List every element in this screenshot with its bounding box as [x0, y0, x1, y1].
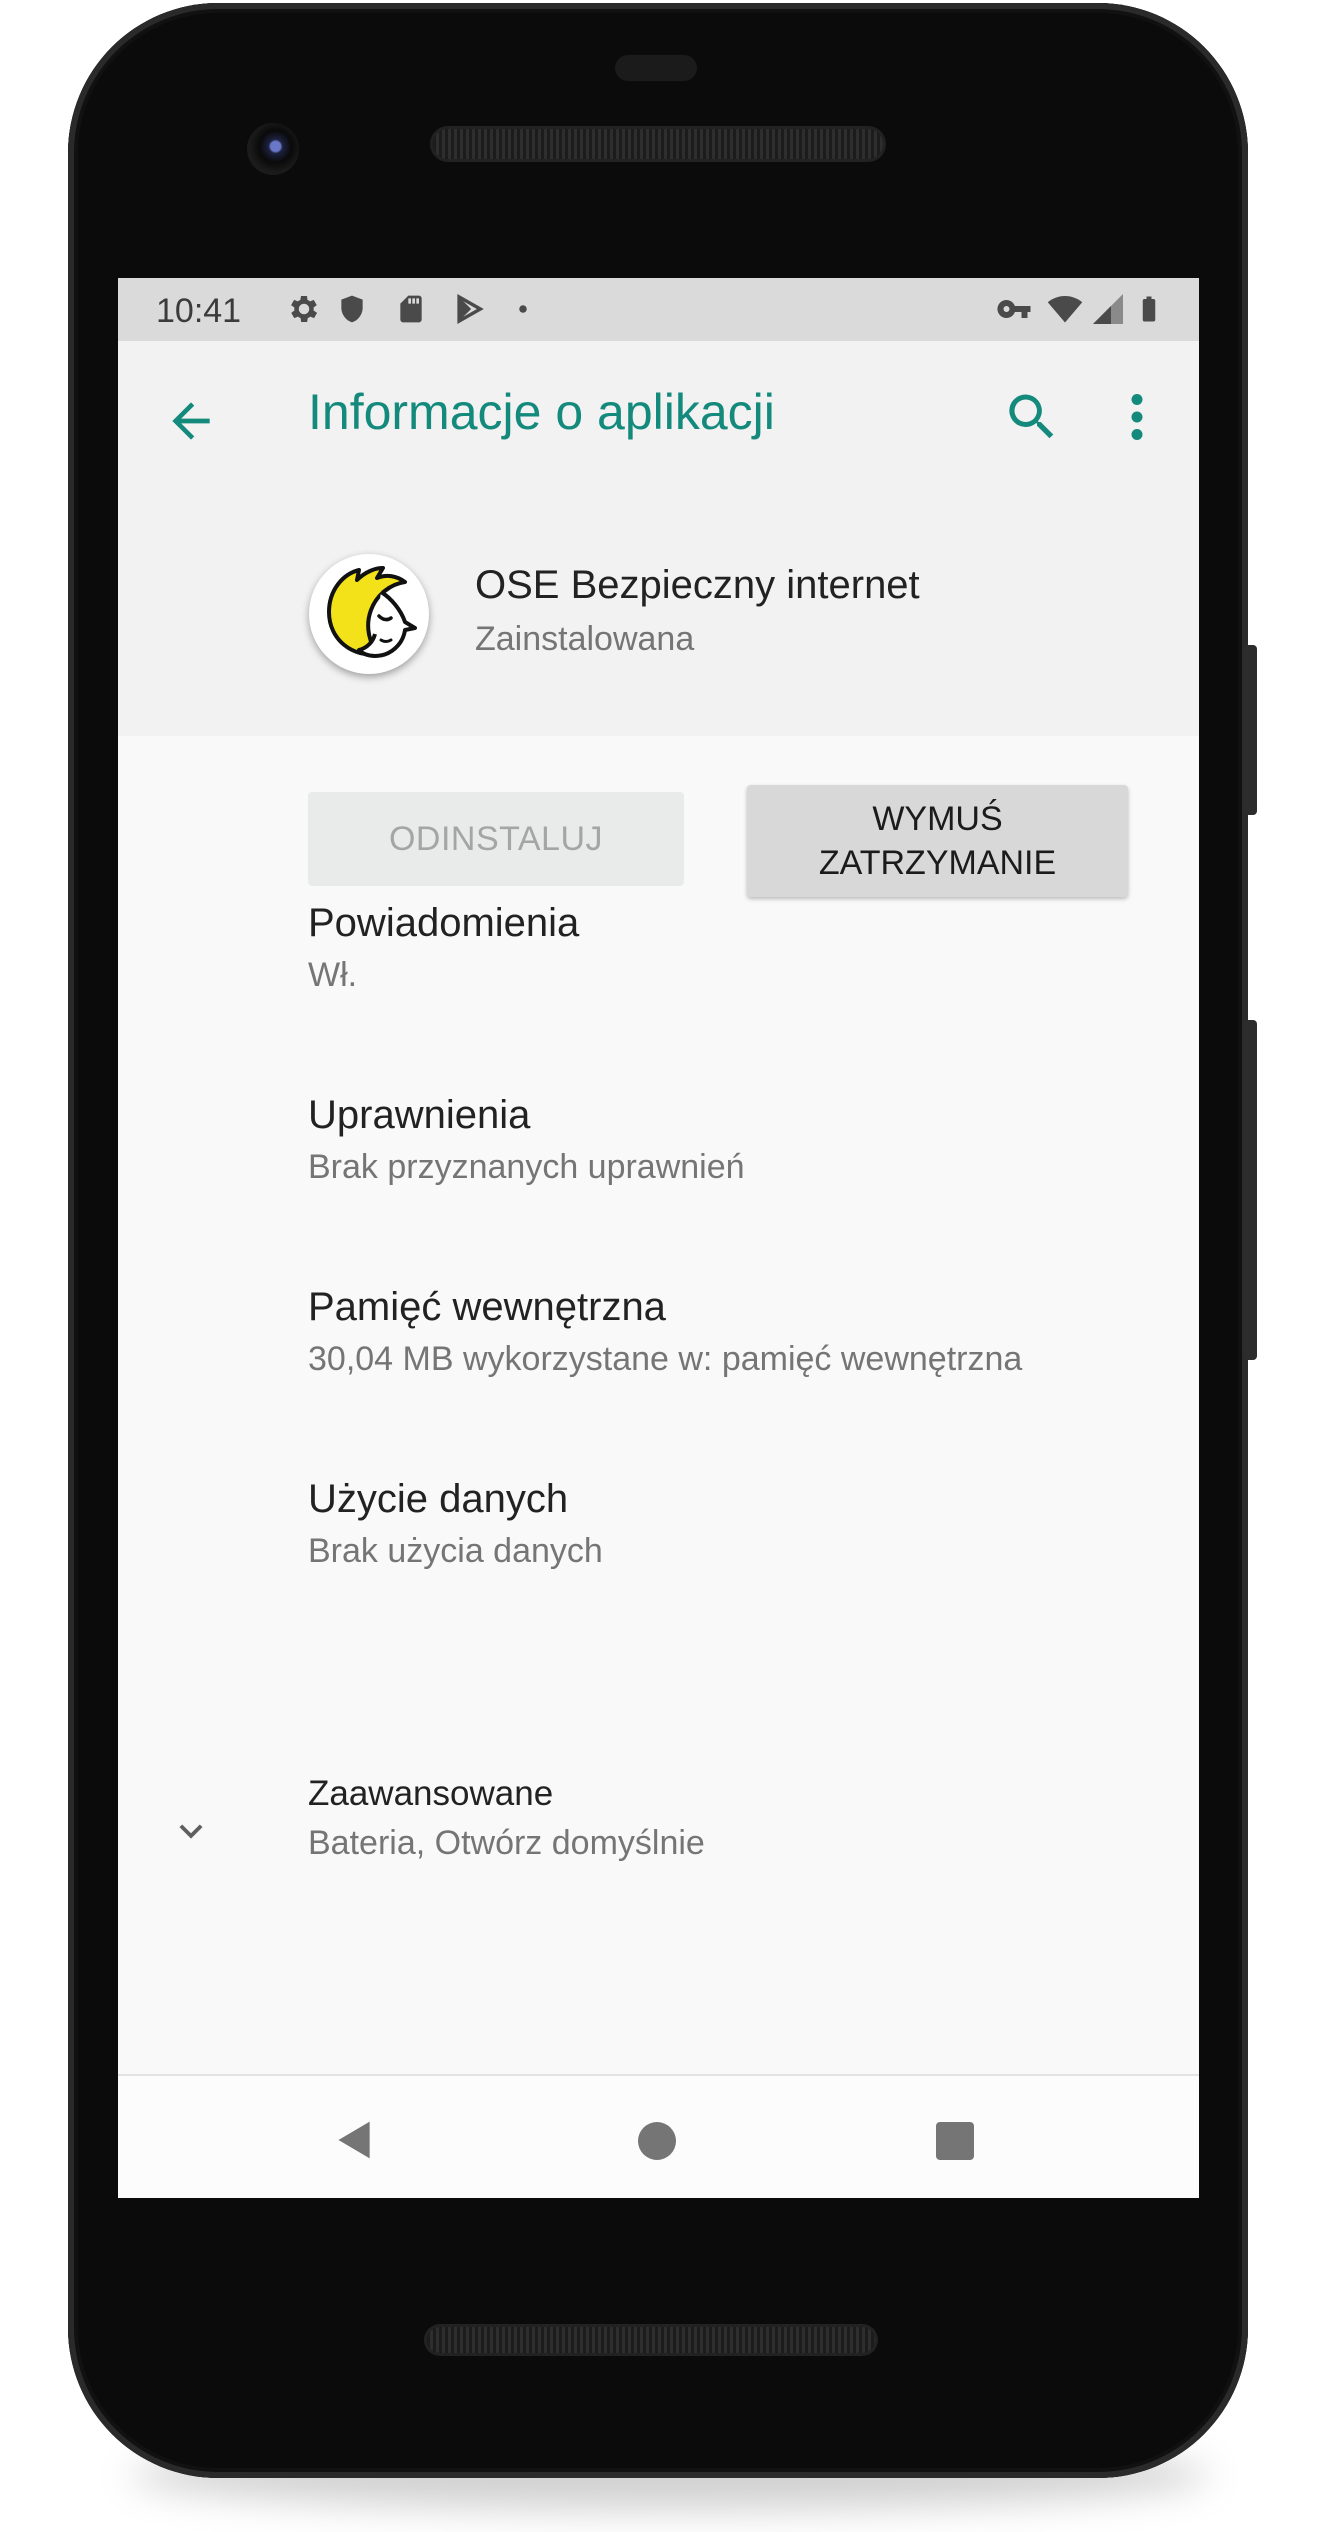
- app-install-status: Zainstalowana: [475, 620, 695, 658]
- dot-icon: [519, 305, 527, 313]
- status-bar: 10:41: [118, 278, 1199, 341]
- signal-icon: [1093, 294, 1123, 324]
- play-store-icon: [457, 294, 484, 324]
- bottom-speaker: [427, 2327, 875, 2353]
- nav-recents-icon[interactable]: [936, 2122, 974, 2160]
- settings-item-data-usage[interactable]: Użycie danych Brak użycia danych: [308, 1477, 1158, 1571]
- nav-back-icon[interactable]: [333, 2118, 377, 2162]
- settings-item-advanced[interactable]: Zaawansowane Bateria, Otwórz domyślnie: [308, 1774, 1158, 1863]
- settings-item-title: Użycie danych: [308, 1477, 569, 1521]
- search-icon[interactable]: [1002, 387, 1062, 447]
- settings-item-subtitle: 30,04 MB wykorzystane w: pamięć wewnętrz…: [308, 1340, 1023, 1378]
- vpn-key-icon: [997, 300, 1031, 318]
- navigation-bar: [118, 2074, 1199, 2198]
- settings-item-notifications[interactable]: Powiadomienia Wł.: [308, 901, 1158, 995]
- app-name: OSE Bezpieczny internet: [475, 563, 920, 607]
- settings-item-title: Powiadomienia: [308, 901, 580, 945]
- sd-card-icon: [400, 295, 422, 323]
- settings-item-title: Uprawnienia: [308, 1093, 531, 1137]
- battery-icon: [1142, 296, 1156, 322]
- volume-button: [1243, 1020, 1257, 1360]
- settings-item-subtitle: Bateria, Otwórz domyślnie: [308, 1824, 705, 1862]
- settings-item-subtitle: Wł.: [308, 956, 358, 994]
- settings-content: ODINSTALUJ WYMUŚ ZATRZYMANIE Powiadomien…: [118, 736, 1199, 2074]
- more-vert-icon[interactable]: [1117, 387, 1157, 447]
- chevron-down-icon[interactable]: [168, 1808, 214, 1854]
- settings-item-title: Zaawansowane: [308, 1774, 554, 1813]
- arrow-left-icon[interactable]: [163, 393, 219, 449]
- gear-icon: [291, 295, 318, 323]
- settings-item-storage[interactable]: Pamięć wewnętrzna 30,04 MB wykorzystane …: [308, 1285, 1158, 1379]
- page-title: Informacje o aplikacji: [308, 384, 775, 440]
- settings-item-subtitle: Brak przyznanych uprawnień: [308, 1148, 745, 1186]
- settings-item-subtitle: Brak użycia danych: [308, 1532, 603, 1570]
- app-icon: [309, 554, 429, 674]
- front-camera: [247, 123, 299, 175]
- wifi-icon: [1047, 295, 1083, 323]
- uninstall-button[interactable]: ODINSTALUJ: [308, 792, 684, 886]
- screen: 10:41 Informacje o aplikacji OSE Bezpiec…: [118, 278, 1199, 2198]
- earpiece-speaker: [433, 129, 883, 159]
- proximity-sensor: [615, 55, 697, 81]
- power-button: [1243, 645, 1257, 815]
- force-stop-button[interactable]: WYMUŚ ZATRZYMANIE: [747, 785, 1128, 897]
- nav-home-icon[interactable]: [638, 2122, 676, 2160]
- status-time: 10:41: [156, 292, 242, 330]
- shield-icon: [341, 295, 363, 323]
- settings-item-permissions[interactable]: Uprawnienia Brak przyznanych uprawnień: [308, 1093, 1158, 1187]
- settings-item-title: Pamięć wewnętrzna: [308, 1285, 666, 1329]
